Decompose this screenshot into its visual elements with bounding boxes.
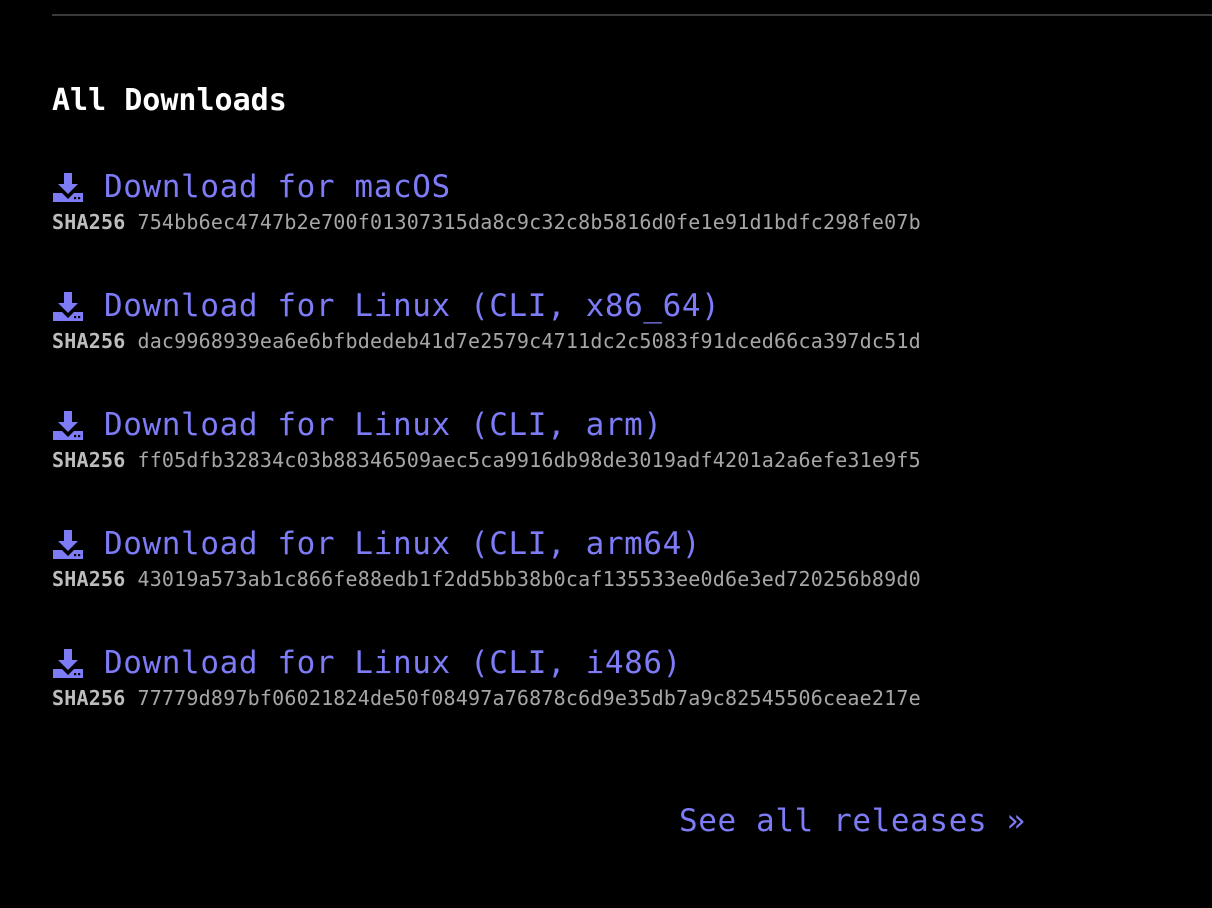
download-label: Download for Linux (CLI, x86_64) xyxy=(104,288,721,324)
download-link-linux-i486[interactable]: Download for Linux (CLI, i486) xyxy=(52,643,1052,683)
download-item-linux-arm64: Download for Linux (CLI, arm64) SHA256 43… xyxy=(52,524,1052,592)
top-divider xyxy=(52,14,1212,16)
hash-label: SHA256 xyxy=(52,329,126,353)
hash-line: SHA256 77779d897bf06021824de50f08497a7687… xyxy=(52,685,1052,711)
download-icon xyxy=(53,530,83,559)
download-link-macos[interactable]: Download for macOS xyxy=(52,167,1052,207)
hash-label: SHA256 xyxy=(52,210,126,234)
download-link-linux-x86-64[interactable]: Download for Linux (CLI, x86_64) xyxy=(52,286,1052,326)
download-link-linux-arm64[interactable]: Download for Linux (CLI, arm64) xyxy=(52,524,1052,564)
download-item-linux-arm: Download for Linux (CLI, arm) SHA256 ff05… xyxy=(52,405,1052,473)
section-title: All Downloads xyxy=(52,83,287,118)
hash-line: SHA256 43019a573ab1c866fe88edb1f2dd5bb38b… xyxy=(52,566,1052,592)
download-icon xyxy=(53,411,83,440)
download-icon xyxy=(53,292,83,321)
hash-value: 77779d897bf06021824de50f08497a76878c6d9e… xyxy=(137,686,921,710)
hash-line: SHA256 ff05dfb32834c03b88346509aec5ca9916… xyxy=(52,447,1052,473)
download-label: Download for Linux (CLI, arm64) xyxy=(104,526,702,562)
download-label: Download for Linux (CLI, i486) xyxy=(104,645,682,681)
download-item-linux-x86-64: Download for Linux (CLI, x86_64) SHA256 d… xyxy=(52,286,1052,354)
download-item-linux-i486: Download for Linux (CLI, i486) SHA256 777… xyxy=(52,643,1052,711)
download-link-linux-arm[interactable]: Download for Linux (CLI, arm) xyxy=(52,405,1052,445)
hash-label: SHA256 xyxy=(52,567,126,591)
hash-line: SHA256 754bb6ec4747b2e700f01307315da8c9c3… xyxy=(52,209,1052,235)
download-label: Download for macOS xyxy=(104,169,451,205)
hash-value: ff05dfb32834c03b88346509aec5ca9916db98de… xyxy=(137,448,921,472)
hash-label: SHA256 xyxy=(52,686,126,710)
hash-value: dac9968939ea6e6bfbdedeb41d7e2579c4711dc2… xyxy=(137,329,921,353)
hash-value: 43019a573ab1c866fe88edb1f2dd5bb38b0caf13… xyxy=(137,567,921,591)
download-icon xyxy=(53,649,83,678)
download-item-macos: Download for macOS SHA256 754bb6ec4747b2e… xyxy=(52,167,1052,235)
download-icon xyxy=(53,173,83,202)
hash-value: 754bb6ec4747b2e700f01307315da8c9c32c8b58… xyxy=(137,210,921,234)
hash-line: SHA256 dac9968939ea6e6bfbdedeb41d7e2579c4… xyxy=(52,328,1052,354)
see-all-releases-link[interactable]: See all releases » xyxy=(679,801,1026,841)
hash-label: SHA256 xyxy=(52,448,126,472)
download-label: Download for Linux (CLI, arm) xyxy=(104,407,663,443)
